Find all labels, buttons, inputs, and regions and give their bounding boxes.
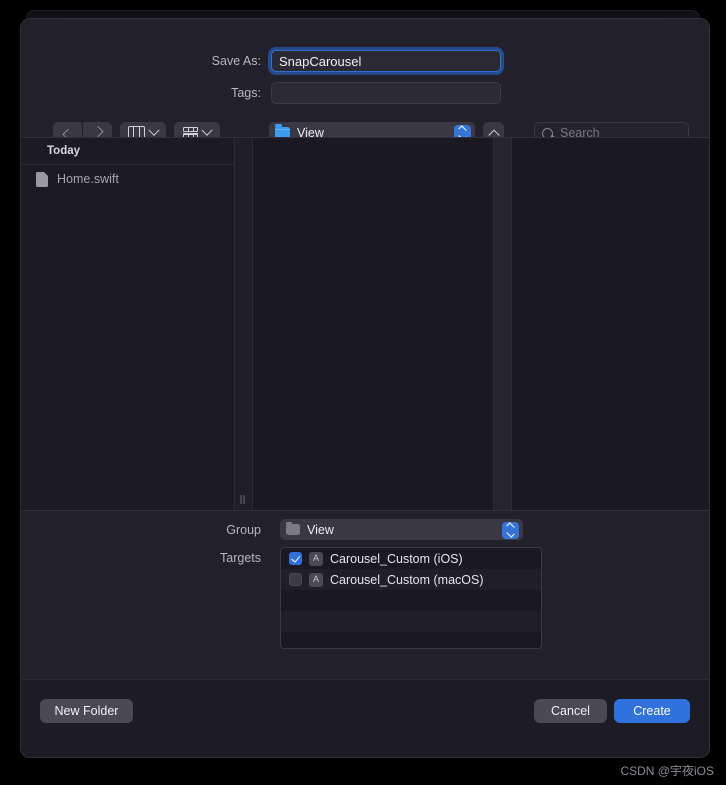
new-folder-button[interactable]: New Folder (40, 699, 133, 723)
app-target-icon: A (309, 572, 323, 587)
group-popup-button[interactable]: View (280, 519, 523, 540)
cancel-button[interactable]: Cancel (534, 699, 607, 723)
column-scrollbar-2[interactable] (494, 138, 512, 510)
sidebar-item-home-swift[interactable]: Home.swift (21, 165, 234, 193)
save-form-area: Save As: Tags: (21, 19, 709, 155)
target-checkbox[interactable] (289, 552, 302, 565)
tags-input[interactable] (271, 82, 501, 104)
browser-column-1[interactable] (253, 138, 494, 510)
browser-column-2[interactable] (512, 138, 709, 510)
save-dialog: Save As: Tags: (20, 18, 710, 758)
sidebar-section-title: Today (21, 138, 234, 165)
watermark: CSDN @宇夜iOS (620, 764, 714, 778)
chevron-down-icon (148, 124, 160, 136)
table-row-empty (281, 632, 541, 648)
column-resize-grip[interactable] (240, 495, 247, 504)
sidebar-item-label: Home.swift (57, 172, 119, 186)
tags-row: Tags: (91, 82, 501, 104)
document-icon (36, 171, 48, 187)
create-button[interactable]: Create (614, 699, 690, 723)
tags-label: Tags: (231, 86, 261, 100)
group-label: Group (226, 523, 261, 537)
table-row-empty (281, 590, 541, 611)
stepper-updown-icon[interactable] (502, 521, 519, 539)
table-row[interactable]: A Carousel_Custom (iOS) (281, 548, 541, 569)
browser-sidebar: Today Home.swift (21, 138, 235, 510)
table-row[interactable]: A Carousel_Custom (macOS) (281, 569, 541, 590)
chevron-right-icon (91, 125, 104, 138)
file-browser: Today Home.swift (21, 137, 709, 510)
screen: Save As: Tags: (0, 0, 726, 785)
app-target-icon: A (309, 551, 323, 566)
save-as-row: Save As: (91, 50, 501, 72)
dialog-footer: New Folder Cancel Create (21, 679, 709, 742)
save-options: Group View Targets A Carousel_Custom (iO… (21, 510, 709, 679)
target-name: Carousel_Custom (iOS) (330, 551, 463, 566)
table-row-empty (281, 611, 541, 632)
save-as-input[interactable] (271, 50, 501, 72)
targets-list[interactable]: A Carousel_Custom (iOS) A Carousel_Custo… (280, 547, 542, 649)
chevron-down-icon (201, 124, 213, 136)
group-popup-label: View (307, 522, 334, 537)
target-checkbox[interactable] (289, 573, 302, 586)
save-as-label: Save As: (211, 54, 261, 68)
targets-label: Targets (220, 551, 261, 565)
target-name: Carousel_Custom (macOS) (330, 572, 484, 587)
folder-icon (286, 521, 300, 535)
column-scrollbar-1[interactable] (235, 138, 253, 510)
